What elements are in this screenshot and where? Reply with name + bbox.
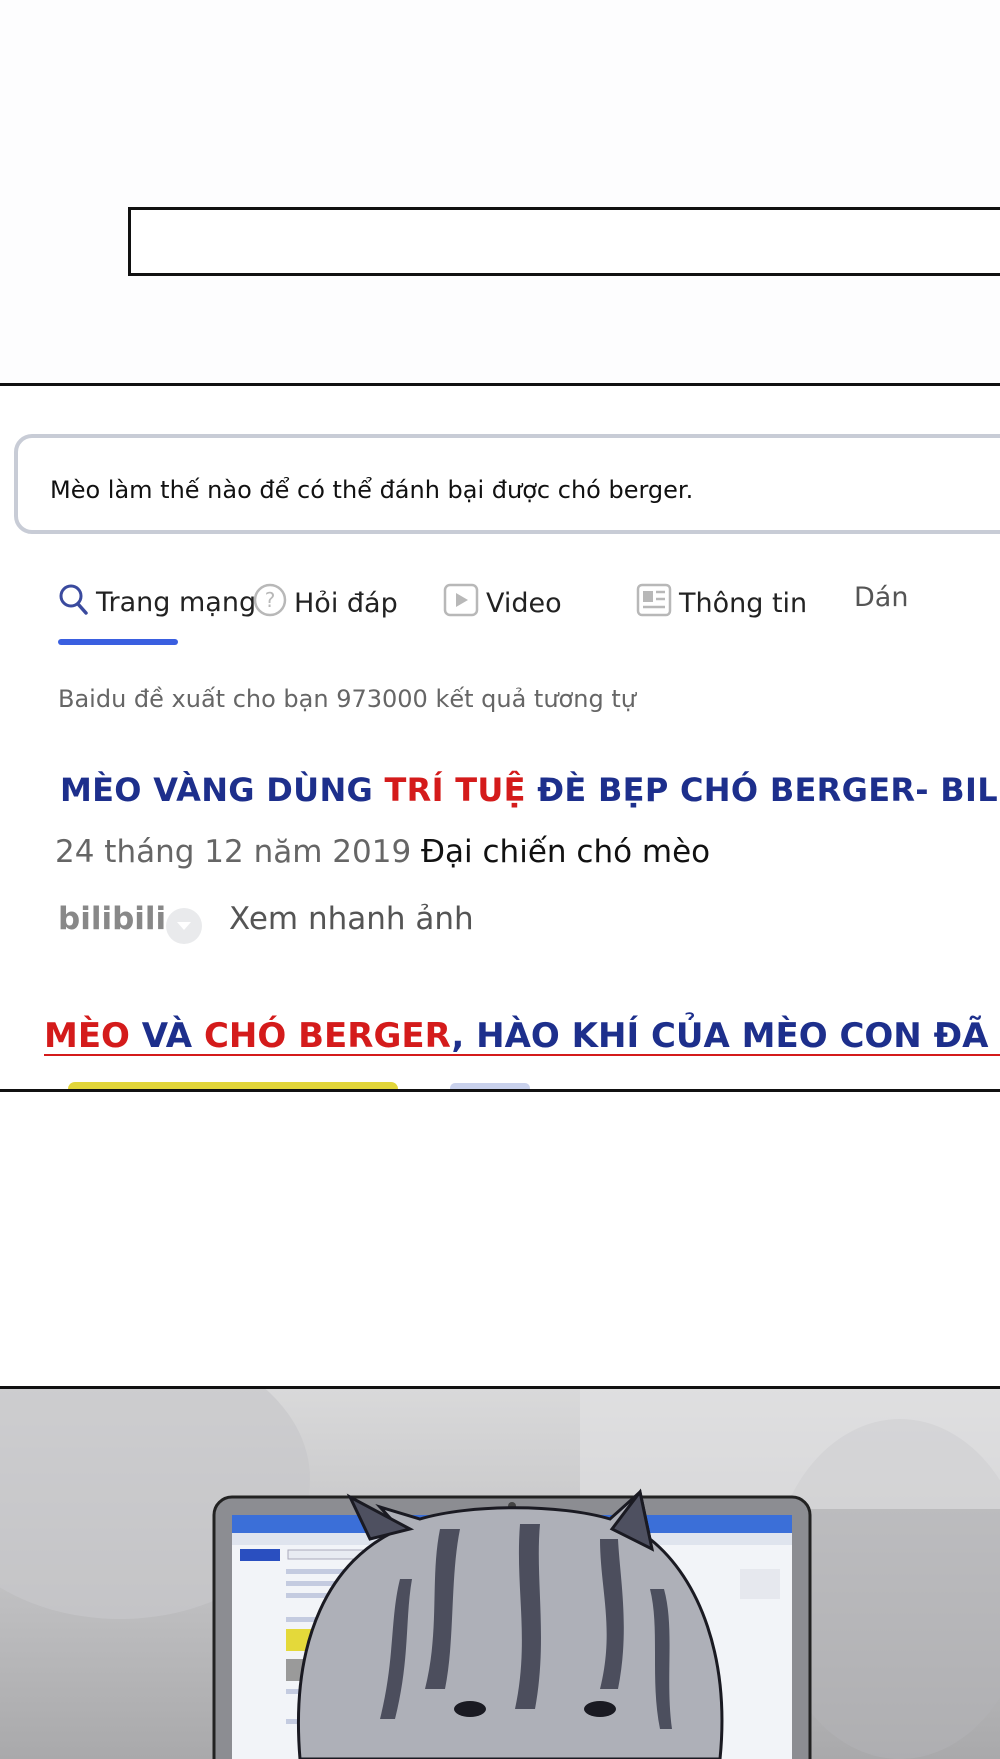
question-icon: ? bbox=[252, 582, 288, 625]
top-panel bbox=[0, 0, 1000, 383]
video-icon bbox=[442, 582, 480, 625]
result-description: Đại chiến chó mèo bbox=[421, 834, 711, 870]
tab-post[interactable]: Dán bbox=[854, 582, 908, 613]
tab-web[interactable]: Trang mạng bbox=[58, 582, 256, 623]
blank-panel bbox=[0, 1094, 1000, 1386]
tab-label: Dán bbox=[854, 582, 909, 613]
tab-label: Hỏi đáp bbox=[294, 588, 398, 619]
title-highlight: MÈO bbox=[44, 1016, 130, 1056]
title-text: , HÀO KHÍ CỦA MÈO CON ĐÃ LÀM CON C bbox=[451, 1016, 1000, 1056]
result-date: 24 tháng 12 năm 2019 bbox=[55, 834, 412, 870]
search-icon bbox=[58, 582, 90, 623]
result-count: Baidu đề xuất cho bạn 973000 kết quả tươ… bbox=[58, 685, 636, 713]
news-icon bbox=[635, 582, 673, 625]
result-thumbnail bbox=[68, 1082, 398, 1089]
title-underline bbox=[44, 1054, 1000, 1056]
active-tab-indicator bbox=[58, 639, 178, 645]
result-source[interactable]: bilibili bbox=[58, 901, 166, 937]
chevron-down-icon bbox=[175, 917, 193, 936]
result-meta: 24 tháng 12 năm 2019 Đại chiến chó mèo bbox=[55, 834, 710, 870]
title-text: MÈO VÀNG DÙNG bbox=[60, 771, 385, 809]
result-title-link[interactable]: MÈO VÀNG DÙNG TRÍ TUỆ ĐÈ BẸP CHÓ BERGER-… bbox=[60, 771, 1000, 809]
search-query-text[interactable]: Mèo làm thế nào để có thể đánh bại được … bbox=[50, 476, 693, 504]
tab-news[interactable]: Thông tin bbox=[635, 582, 807, 625]
source-dropdown-button[interactable] bbox=[166, 908, 202, 944]
svg-text:?: ? bbox=[265, 588, 276, 612]
illustration-graphic bbox=[0, 1389, 1000, 1759]
tab-qa[interactable]: ? Hỏi đáp bbox=[252, 582, 398, 625]
result-title-link[interactable]: MÈO VÀ CHÓ BERGER, HÀO KHÍ CỦA MÈO CON Đ… bbox=[44, 1016, 1000, 1056]
tab-video[interactable]: Video bbox=[442, 582, 562, 625]
panel-divider bbox=[0, 1089, 1000, 1092]
cat-laptop-illustration bbox=[0, 1389, 1000, 1759]
title-highlight: CHÓ BERGER bbox=[203, 1016, 452, 1056]
empty-speech-box bbox=[128, 207, 1000, 276]
search-results-panel: Mèo làm thế nào để có thể đánh bại được … bbox=[0, 386, 1000, 1089]
tab-label: Video bbox=[486, 588, 562, 619]
tab-label: Trang mạng bbox=[96, 587, 257, 618]
quick-view-link[interactable]: Xem nhanh ảnh bbox=[229, 901, 474, 937]
tab-label: Thông tin bbox=[679, 588, 808, 619]
title-text: ĐÈ BẸP CHÓ BERGER- BILIBILI bbox=[537, 771, 1000, 809]
title-text: VÀ bbox=[129, 1016, 204, 1056]
title-highlight: TRÍ TUỆ bbox=[384, 771, 526, 809]
